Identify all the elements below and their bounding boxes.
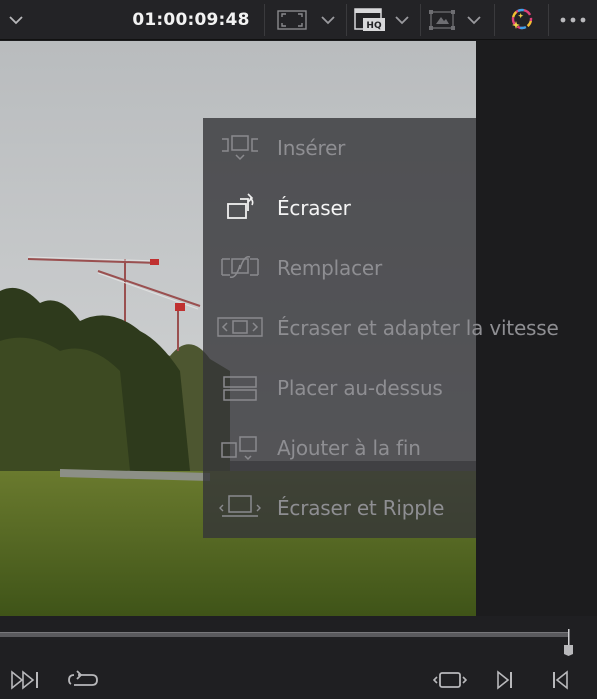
- viewer-toolbar: 01:00:09:48 HQ: [0, 0, 597, 40]
- edit-option-insert[interactable]: Insérer: [203, 118, 597, 178]
- edit-option-label: Écraser et adapter la vitesse: [277, 316, 559, 340]
- edit-option-label: Ajouter à la fin: [277, 436, 421, 460]
- more-icon[interactable]: [553, 0, 593, 40]
- scrubber-track[interactable]: [0, 632, 568, 637]
- viewer-options-chevron-icon[interactable]: [2, 0, 30, 40]
- ripple-overwrite-icon: [203, 478, 277, 538]
- toolbar-divider: [420, 4, 421, 36]
- toolbar-divider: [264, 4, 265, 36]
- toolbar-divider: [548, 4, 549, 36]
- fit-to-fill-icon: [203, 298, 277, 358]
- overwrite-icon: [203, 178, 277, 238]
- toolbar-divider: [346, 4, 347, 36]
- loop-icon[interactable]: [64, 664, 102, 696]
- replace-icon: [203, 238, 277, 298]
- overlay-chevron-icon[interactable]: [460, 0, 488, 40]
- playhead-handle[interactable]: [563, 629, 574, 656]
- hq-badge-text: HQ: [366, 21, 382, 31]
- edit-option-replace[interactable]: Remplacer: [203, 238, 597, 298]
- timecode-display[interactable]: 01:00:09:48: [120, 0, 262, 40]
- edit-option-append[interactable]: Ajouter à la fin: [203, 418, 597, 478]
- edit-option-place-on-top[interactable]: Placer au-dessus: [203, 358, 597, 418]
- skip-to-end-icon[interactable]: [8, 664, 44, 696]
- edit-option-label: Insérer: [277, 136, 346, 160]
- append-at-end-icon: [203, 418, 277, 478]
- edit-option-label: Écraser: [277, 196, 351, 220]
- edit-option-fit-to-fill[interactable]: Écraser et adapter la vitesse: [203, 298, 597, 358]
- overlay-transform-icon[interactable]: [424, 0, 460, 40]
- safe-area-chevron-icon[interactable]: [314, 0, 342, 40]
- color-wheel-icon[interactable]: [502, 0, 540, 40]
- edit-option-label: Placer au-dessus: [277, 376, 443, 400]
- safe-area-icon[interactable]: [272, 0, 312, 40]
- match-frame-icon[interactable]: [430, 664, 470, 696]
- edit-option-label: Remplacer: [277, 256, 383, 280]
- mark-in-icon[interactable]: [545, 664, 575, 696]
- place-on-top-icon: [203, 358, 277, 418]
- mark-out-icon[interactable]: [490, 664, 520, 696]
- proxy-chevron-icon[interactable]: [388, 0, 416, 40]
- edit-option-label: Écraser et Ripple: [277, 496, 445, 520]
- edit-option-ripple-overwrite[interactable]: Écraser et Ripple: [203, 478, 597, 538]
- toolbar-divider: [494, 4, 495, 36]
- insert-icon: [203, 118, 277, 178]
- edit-option-overwrite[interactable]: Écraser: [203, 178, 597, 238]
- proxy-hq-icon[interactable]: HQ: [352, 0, 388, 40]
